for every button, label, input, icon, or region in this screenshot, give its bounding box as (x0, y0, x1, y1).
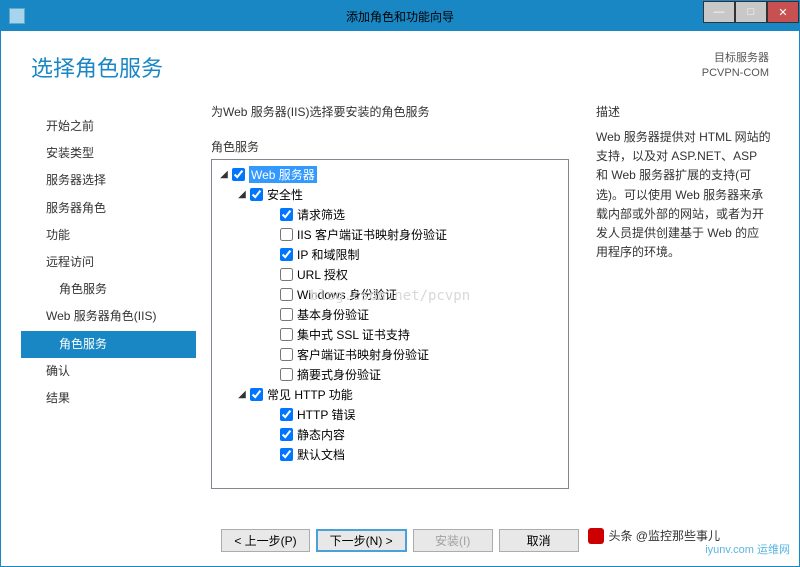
tree-checkbox[interactable] (280, 228, 293, 241)
tree-spacer (266, 328, 278, 340)
center-panel: 为Web 服务器(IIS)选择要安装的角色服务 角色服务 ◢Web 服务器◢安全… (196, 103, 584, 519)
tree-label[interactable]: 默认文档 (297, 446, 345, 463)
main-area: 开始之前安装类型服务器选择服务器角色功能远程访问角色服务Web 服务器角色(II… (1, 93, 799, 519)
tree-label[interactable]: 基本身份验证 (297, 306, 369, 323)
tree-row: 摘要式身份验证 (214, 364, 566, 384)
tree-row: 基本身份验证 (214, 304, 566, 324)
tree-checkbox[interactable] (280, 288, 293, 301)
tree-spacer (266, 288, 278, 300)
target-label: 目标服务器 (702, 51, 769, 66)
sidebar-step-3[interactable]: 服务器角色 (21, 195, 196, 222)
tree-checkbox[interactable] (280, 348, 293, 361)
tree-checkbox[interactable] (280, 448, 293, 461)
tree-label[interactable]: Windows 身份验证 (297, 286, 397, 303)
tree-label[interactable]: 客户端证书映射身份验证 (297, 346, 429, 363)
window-title: 添加角色和功能向导 (346, 8, 454, 25)
tree-label[interactable]: 集中式 SSL 证书支持 (297, 326, 410, 343)
wizard-window: 添加角色和功能向导 — □ ✕ 选择角色服务 目标服务器 PCVPN-COM 开… (0, 0, 800, 567)
sidebar-step-10[interactable]: 结果 (21, 385, 196, 412)
sidebar-step-8[interactable]: 角色服务 (21, 331, 196, 358)
sidebar-step-9[interactable]: 确认 (21, 358, 196, 385)
tree-label[interactable]: 摘要式身份验证 (297, 366, 381, 383)
tree-row: ◢ 常见 HTTP 功能 (214, 384, 566, 404)
tree-row: 请求筛选 (214, 204, 566, 224)
collapse-icon[interactable]: ◢ (236, 188, 248, 200)
sidebar-step-7[interactable]: Web 服务器角色(IIS) (21, 303, 196, 330)
tree-checkbox[interactable] (280, 308, 293, 321)
tree-label[interactable]: IP 和域限制 (297, 246, 359, 263)
tree-checkbox[interactable] (250, 188, 263, 201)
target-name: PCVPN-COM (702, 66, 769, 81)
tree-label[interactable]: 常见 HTTP 功能 (267, 386, 353, 403)
tree-label[interactable]: IIS 客户端证书映射身份验证 (297, 226, 447, 243)
tree-row: 默认文档 (214, 444, 566, 464)
tree-label[interactable]: 请求筛选 (297, 206, 345, 223)
sidebar-step-4[interactable]: 功能 (21, 222, 196, 249)
tree-spacer (266, 428, 278, 440)
collapse-icon[interactable]: ◢ (236, 388, 248, 400)
role-services-tree[interactable]: ◢Web 服务器◢安全性请求筛选IIS 客户端证书映射身份验证IP 和域限制UR… (211, 159, 569, 489)
tree-row: ◢ 安全性 (214, 184, 566, 204)
tree-spacer (266, 308, 278, 320)
tree-spacer (266, 348, 278, 360)
tree-checkbox[interactable] (280, 208, 293, 221)
install-button[interactable]: 安装(I) (413, 529, 493, 552)
tree-row: ◢ Web 服务器 (214, 164, 566, 184)
next-button[interactable]: 下一步(N) > (316, 529, 407, 552)
tree-label[interactable]: 安全性 (267, 186, 303, 203)
wizard-steps-sidebar: 开始之前安装类型服务器选择服务器角色功能远程访问角色服务Web 服务器角色(II… (21, 103, 196, 519)
tree-label[interactable]: Web 服务器 (249, 166, 317, 183)
tree-checkbox[interactable] (232, 168, 245, 181)
window-controls: — □ ✕ (703, 1, 799, 23)
tree-spacer (266, 368, 278, 380)
header-section: 选择角色服务 目标服务器 PCVPN-COM (1, 31, 799, 93)
sidebar-step-6[interactable]: 角色服务 (21, 276, 196, 303)
titlebar: 添加角色和功能向导 — □ ✕ (1, 1, 799, 31)
instruction-text: 为Web 服务器(IIS)选择要安装的角色服务 (211, 103, 569, 120)
sidebar-step-2[interactable]: 服务器选择 (21, 167, 196, 194)
tree-row: Windows 身份验证 (214, 284, 566, 304)
tree-label[interactable]: URL 授权 (297, 266, 348, 283)
target-info: 目标服务器 PCVPN-COM (702, 51, 769, 82)
tree-row: IP 和域限制 (214, 244, 566, 264)
tree-checkbox[interactable] (280, 328, 293, 341)
tree-checkbox[interactable] (250, 388, 263, 401)
collapse-icon[interactable]: ◢ (218, 168, 230, 180)
tree-row: 集中式 SSL 证书支持 (214, 324, 566, 344)
button-bar: < 上一步(P) 下一步(N) > 安装(I) 取消 (1, 519, 799, 566)
page-title: 选择角色服务 (31, 51, 163, 83)
description-title: 描述 (596, 103, 771, 120)
description-panel: 描述 Web 服务器提供对 HTML 网站的支持，以及对 ASP.NET、ASP… (584, 103, 779, 519)
tree-spacer (266, 268, 278, 280)
sidebar-step-0[interactable]: 开始之前 (21, 113, 196, 140)
tree-label[interactable]: 静态内容 (297, 426, 345, 443)
tree-label[interactable]: HTTP 错误 (297, 406, 355, 423)
tree-checkbox[interactable] (280, 268, 293, 281)
close-button[interactable]: ✕ (767, 1, 799, 23)
tree-row: IIS 客户端证书映射身份验证 (214, 224, 566, 244)
previous-button[interactable]: < 上一步(P) (221, 529, 309, 552)
tree-spacer (266, 448, 278, 460)
tree-row: 客户端证书映射身份验证 (214, 344, 566, 364)
section-label: 角色服务 (211, 138, 569, 155)
tree-checkbox[interactable] (280, 428, 293, 441)
cancel-button[interactable]: 取消 (499, 529, 579, 552)
tree-spacer (266, 408, 278, 420)
tree-spacer (266, 228, 278, 240)
tree-spacer (266, 208, 278, 220)
tree-row: URL 授权 (214, 264, 566, 284)
sidebar-step-5[interactable]: 远程访问 (21, 249, 196, 276)
sidebar-step-1[interactable]: 安装类型 (21, 140, 196, 167)
description-text: Web 服务器提供对 HTML 网站的支持，以及对 ASP.NET、ASP 和 … (596, 128, 771, 262)
minimize-button[interactable]: — (703, 1, 735, 23)
tree-checkbox[interactable] (280, 408, 293, 421)
tree-row: HTTP 错误 (214, 404, 566, 424)
app-icon (9, 8, 25, 24)
tree-row: 静态内容 (214, 424, 566, 444)
tree-checkbox[interactable] (280, 248, 293, 261)
maximize-button[interactable]: □ (735, 1, 767, 23)
tree-spacer (266, 248, 278, 260)
content-area: 选择角色服务 目标服务器 PCVPN-COM 开始之前安装类型服务器选择服务器角… (1, 31, 799, 566)
tree-checkbox[interactable] (280, 368, 293, 381)
